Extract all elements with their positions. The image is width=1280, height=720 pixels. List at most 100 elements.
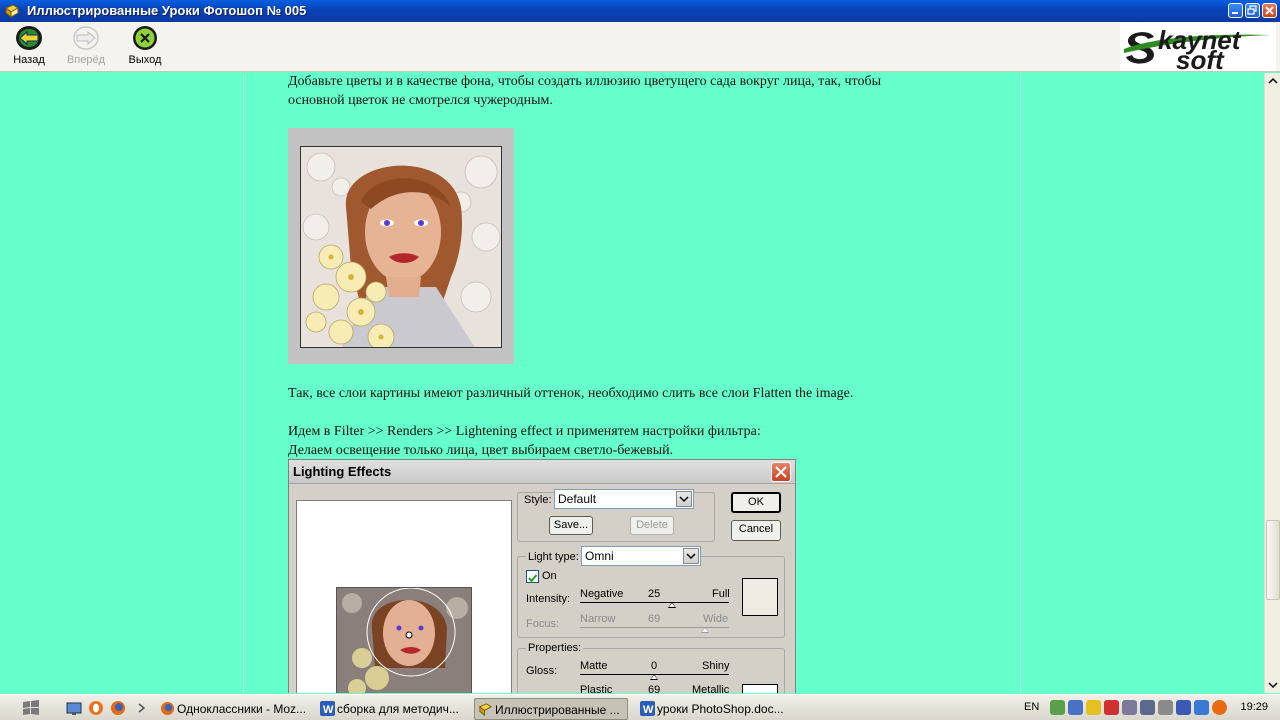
restore-icon [1247, 5, 1257, 15]
taskbar-item-label: Иллюстрированные ... [495, 703, 620, 717]
back-label: Назад [13, 54, 45, 66]
taskbar-item-label: сборка для методич... [337, 702, 459, 716]
style-label: Style: [524, 494, 552, 506]
intensity-value: 25 [648, 588, 661, 600]
shield-icon[interactable] [1086, 700, 1101, 715]
focus-slider-thumb[interactable] [701, 627, 709, 633]
intensity-slider-thumb[interactable] [668, 602, 676, 608]
clock[interactable]: 19:29 [1240, 701, 1268, 713]
forward-icon [73, 26, 99, 50]
intensity-min-label: Negative [580, 588, 624, 600]
scroll-down-button[interactable] [1265, 677, 1280, 693]
update-icon[interactable] [1158, 700, 1173, 715]
paragraph-2: Так, все слои картины имеют различный от… [288, 386, 854, 401]
back-icon [16, 26, 42, 50]
ok-button[interactable]: OK [731, 492, 781, 513]
forward-button[interactable]: Вперёд [61, 24, 111, 70]
close-icon [775, 466, 787, 478]
exit-label: Выход [128, 54, 162, 66]
column-divider-left [243, 73, 245, 693]
opera-icon[interactable] [88, 700, 104, 716]
gloss-value: 0 [651, 660, 658, 672]
word-icon: W [640, 701, 655, 716]
sound-icon[interactable] [1140, 700, 1155, 715]
on-checkbox[interactable] [526, 570, 539, 583]
svg-text:W: W [323, 704, 334, 716]
dialog-title: Lighting Effects [289, 460, 795, 484]
taskbar-item-label: Одноклассники - Moz... [177, 702, 307, 716]
style-select-value: Default [558, 492, 597, 506]
material-color-swatch[interactable] [742, 684, 778, 693]
system-tray: EN 19:29 [1024, 695, 1280, 720]
scroll-up-button[interactable] [1265, 73, 1280, 89]
light-color-swatch[interactable] [742, 578, 778, 616]
content-area[interactable]: Добавьте цветы и в качестве фона, чтобы … [0, 73, 1264, 693]
app-book-icon [478, 703, 493, 717]
taskbar-item-word-1[interactable]: W сборка для методич... [317, 698, 467, 720]
gloss-slider-thumb[interactable] [650, 674, 658, 680]
close-button[interactable] [1262, 3, 1277, 18]
power-icon[interactable] [1194, 700, 1209, 715]
focus-min-label: Narrow [580, 613, 616, 625]
save-button[interactable]: Save... [549, 516, 593, 535]
focus-max-label: Wide [703, 613, 729, 625]
start-windows-icon[interactable] [20, 699, 42, 717]
gloss-label: Gloss: [526, 665, 558, 677]
scroll-thumb[interactable] [1266, 520, 1280, 600]
connection-icon[interactable] [1122, 700, 1137, 715]
taskbar-item-word-2[interactable]: W уроки PhotoShop.doc... [637, 698, 787, 720]
taskbar: Одноклассники - Moz... W сборка для мето… [0, 694, 1280, 720]
gloss-min-label: Matte [580, 660, 608, 672]
chevron-down-icon [683, 548, 699, 564]
vertical-scrollbar[interactable] [1264, 73, 1280, 693]
checkmark-icon [528, 574, 538, 583]
antivirus-icon[interactable] [1104, 700, 1119, 715]
focus-value: 69 [648, 613, 661, 625]
toolbar: Назад Вперёд Выход [0, 22, 1280, 72]
style-select[interactable]: Default [554, 489, 694, 509]
app-book-icon [5, 4, 19, 19]
material-min-label: Plastic [580, 684, 613, 693]
delete-button[interactable]: Delete [630, 516, 674, 535]
light-type-label: Light type: [526, 551, 581, 563]
logo-text-soft: soft [1176, 45, 1224, 75]
material-value: 69 [648, 684, 661, 693]
gloss-max-label: Shiny [702, 660, 730, 672]
intensity-slider-track[interactable] [580, 602, 729, 603]
close-icon [1265, 6, 1274, 15]
word-icon: W [320, 701, 335, 716]
paragraph-1-line-2: основной цветок не смотрелся чужеродным. [288, 93, 553, 108]
language-indicator[interactable]: EN [1024, 701, 1039, 713]
browser-tray-icon[interactable] [1212, 700, 1227, 715]
network-icon[interactable] [1050, 700, 1065, 715]
preview-image[interactable] [336, 587, 472, 693]
arrow-up-icon [1268, 77, 1278, 84]
minimize-button[interactable] [1228, 3, 1243, 18]
paragraph-3-line-1: Идем в Filter >> Renders >> Lightening e… [288, 424, 761, 439]
properties-label: Properties: [526, 642, 584, 654]
focus-label: Focus: [526, 618, 560, 630]
chevron-down-icon [676, 491, 692, 507]
dialog-close-button[interactable] [771, 462, 791, 482]
chevron-right-icon[interactable] [134, 700, 150, 716]
exit-button[interactable]: Выход [120, 24, 170, 70]
lesson-image-woman-flowers [300, 146, 502, 348]
cancel-button[interactable]: Cancel [731, 520, 781, 541]
lighting-effects-dialog: Lighting Effects Style: Default Save... … [288, 459, 796, 693]
show-desktop-icon[interactable] [66, 700, 82, 716]
arrow-down-icon [1268, 682, 1278, 689]
svg-text:W: W [643, 704, 654, 716]
bluetooth-icon[interactable] [1176, 700, 1191, 715]
back-button[interactable]: Назад [4, 24, 54, 70]
intensity-max-label: Full [712, 588, 730, 600]
restore-button[interactable] [1245, 3, 1260, 18]
taskbar-item-tutorial[interactable]: Иллюстрированные ... [474, 698, 628, 720]
firefox-icon[interactable] [110, 700, 126, 716]
minimize-icon [1232, 12, 1238, 14]
taskbar-item-firefox[interactable]: Одноклассники - Moz... [157, 698, 307, 720]
display-icon[interactable] [1068, 700, 1083, 715]
taskbar-item-label: уроки PhotoShop.doc... [657, 702, 784, 716]
intensity-label: Intensity: [526, 593, 571, 605]
light-type-select[interactable]: Omni [581, 546, 701, 566]
title-bar: Иллюстрированные Уроки Фотошоп № 005 [0, 0, 1280, 22]
